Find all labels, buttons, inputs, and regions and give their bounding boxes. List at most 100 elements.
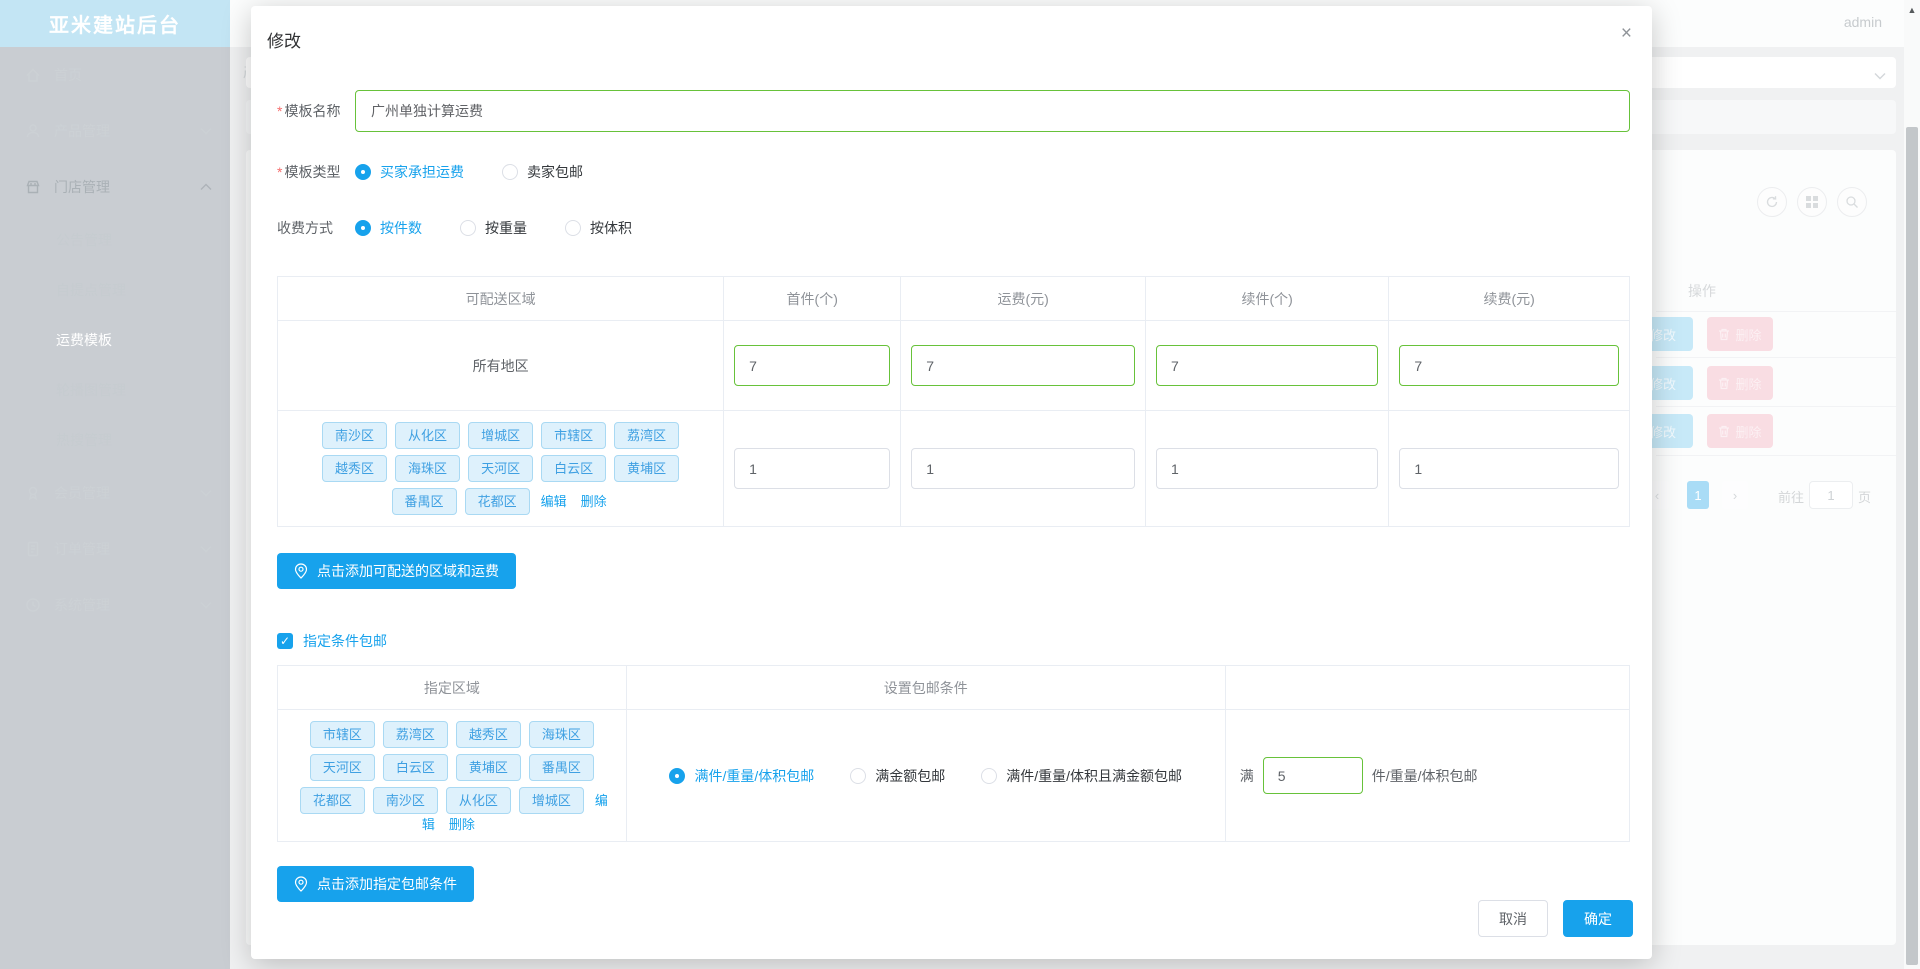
free-shipping-row: 市辖区 荔湾区 越秀区 海珠区天河区 白云区 黄埔区 番禺区花都区 南沙区 从化区 增城区 编辑 删除… bbox=[277, 709, 1631, 842]
radio-buyer-pays-shipping[interactable]: 买家承担运费 bbox=[355, 162, 464, 182]
district-tag: 花都区 bbox=[464, 488, 530, 515]
first-fee-input[interactable] bbox=[911, 345, 1135, 386]
free-shipping-checkbox-label: 指定条件包邮 bbox=[303, 633, 387, 649]
radio-by-volume[interactable]: 按体积 bbox=[565, 218, 632, 238]
sidebar-item-home[interactable]: 首页 bbox=[0, 47, 230, 103]
table-row-all-regions: 所有地区 bbox=[276, 320, 1630, 411]
sidebar-item-orders[interactable]: 订单管理 bbox=[0, 521, 230, 577]
district-tag: 天河区 bbox=[309, 754, 375, 781]
radio-seller-free-shipping[interactable]: 卖家包邮 bbox=[502, 162, 583, 182]
chevron-right-icon: › bbox=[1732, 487, 1738, 503]
sidebar-item-label: 门店管理 bbox=[54, 179, 110, 195]
sidebar-item-members[interactable]: 会员管理 bbox=[0, 465, 230, 521]
additional-fee-input[interactable] bbox=[1399, 448, 1619, 489]
delete-link[interactable]: 删除 bbox=[449, 817, 475, 832]
template-name-row: * 模板名称 bbox=[277, 90, 1630, 132]
cancel-button[interactable]: 取消 bbox=[1478, 900, 1548, 937]
add-condition-button[interactable]: 点击添加指定包邮条件 bbox=[277, 866, 474, 902]
scrollbar[interactable]: ▲ bbox=[1904, 0, 1920, 969]
radio-unselected-icon bbox=[981, 767, 998, 784]
radio-selected-icon bbox=[669, 767, 686, 784]
column-header bbox=[1224, 665, 1631, 710]
button-label: 点击添加指定包邮条件 bbox=[317, 876, 457, 892]
radio-selected-icon bbox=[355, 220, 371, 236]
trash-icon bbox=[1719, 377, 1730, 389]
background-delete-button[interactable]: 删除 bbox=[1707, 414, 1773, 448]
scrollbar-thumb[interactable] bbox=[1906, 127, 1918, 965]
scroll-up-icon[interactable]: ▲ bbox=[1906, 5, 1918, 15]
radio-by-quantity-and-amount-free[interactable]: 满件/重量/体积且满金额包邮 bbox=[981, 766, 1182, 786]
free-shipping-condition-radio-group: 满件/重量/体积包邮 满金额包邮 满件/重量/体积且满金额包邮 bbox=[627, 766, 1225, 786]
template-name-label: * 模板名称 bbox=[277, 103, 341, 119]
user-icon bbox=[24, 122, 42, 140]
delete-label: 删除 bbox=[1735, 424, 1762, 440]
district-tags-cell: 南沙区 从化区 增城区 市辖区 荔湾区越秀区 海珠区 天河区 白云区 黄埔区番禺区 花都区 编辑 删除 bbox=[276, 410, 725, 527]
modal-footer: 取消 确定 bbox=[1478, 900, 1633, 937]
pagination-next-button[interactable]: › bbox=[1722, 481, 1748, 509]
free-shipping-table: 指定区域 设置包邮条件 市辖区 荔湾区 越秀区 海珠区天河区 白云区 黄埔区 番禺区花都区南… bbox=[277, 665, 1631, 842]
radio-by-quantity-free[interactable]: 满件/重量/体积包邮 bbox=[669, 766, 814, 786]
district-tag: 南沙区 bbox=[322, 422, 388, 449]
region-cell: 所有地区 bbox=[276, 320, 725, 411]
background-delete-button[interactable]: 删除 bbox=[1707, 366, 1773, 400]
search-icon[interactable] bbox=[1837, 187, 1867, 217]
delete-link[interactable]: 删除 bbox=[581, 494, 607, 509]
fee-mode-radio-group: 按件数 按重量 按体积 bbox=[355, 218, 632, 238]
free-shipping-checkbox-row[interactable]: ✓ 指定条件包邮 bbox=[277, 631, 1630, 651]
radio-label: 满件/重量/体积且满金额包邮 bbox=[1006, 767, 1183, 784]
template-name-input[interactable] bbox=[355, 90, 1630, 132]
add-region-button[interactable]: 点击添加可配送的区域和运费 bbox=[277, 553, 516, 589]
location-pin-icon bbox=[294, 876, 308, 892]
delete-label: 删除 bbox=[1735, 376, 1762, 392]
sidebar-item-system[interactable]: 系统管理 bbox=[0, 577, 230, 633]
refresh-icon[interactable] bbox=[1757, 187, 1787, 217]
confirm-button[interactable]: 确定 bbox=[1563, 900, 1633, 937]
column-header: 首件(个) bbox=[723, 276, 902, 321]
medal-icon bbox=[24, 484, 42, 502]
sidebar-item-store[interactable]: 门店管理 bbox=[0, 159, 230, 215]
checkbox-checked-icon[interactable]: ✓ bbox=[277, 633, 293, 649]
radio-by-weight[interactable]: 按重量 bbox=[460, 218, 527, 238]
grid-icon[interactable] bbox=[1797, 187, 1827, 217]
edit-link[interactable]: 编辑 bbox=[541, 494, 567, 509]
first-piece-input[interactable] bbox=[734, 448, 891, 489]
district-tag: 市辖区 bbox=[309, 721, 375, 748]
district-tag: 南沙区 bbox=[372, 787, 438, 814]
district-tag: 番禺区 bbox=[528, 754, 594, 781]
sidebar-item-hot-search[interactable]: 热搜管理 bbox=[0, 415, 230, 465]
trash-icon bbox=[1719, 425, 1730, 437]
first-piece-input[interactable] bbox=[734, 345, 891, 386]
submenu-label: 运费模板 bbox=[56, 332, 112, 348]
pagination-current-page[interactable]: 1 bbox=[1687, 481, 1709, 509]
sidebar-item-announcements[interactable]: 公告管理 bbox=[0, 215, 230, 265]
additional-fee-input[interactable] bbox=[1399, 345, 1619, 386]
background-delete-button[interactable]: 删除 bbox=[1707, 317, 1773, 351]
radio-by-amount-free[interactable]: 满金额包邮 bbox=[850, 766, 945, 786]
required-asterisk: * bbox=[277, 164, 283, 180]
district-tag: 番禺区 bbox=[391, 488, 457, 515]
threshold-input[interactable] bbox=[1262, 757, 1363, 794]
radio-unselected-icon bbox=[565, 220, 581, 236]
submenu-label: 公告管理 bbox=[56, 232, 112, 248]
chevron-left-icon: ‹ bbox=[1654, 487, 1660, 503]
additional-piece-input[interactable] bbox=[1155, 345, 1379, 386]
radio-by-piece[interactable]: 按件数 bbox=[355, 218, 422, 238]
sidebar-item-products[interactable]: 产品管理 bbox=[0, 103, 230, 159]
pagination-goto-input[interactable] bbox=[1809, 481, 1853, 509]
chevron-down-icon bbox=[200, 127, 212, 135]
radio-label: 卖家包邮 bbox=[527, 164, 583, 180]
shop-icon bbox=[24, 178, 42, 196]
additional-piece-input[interactable] bbox=[1155, 448, 1379, 489]
radio-label: 按重量 bbox=[485, 220, 527, 236]
district-tag: 增城区 bbox=[468, 422, 534, 449]
current-user[interactable]: admin bbox=[1844, 14, 1882, 30]
district-tag: 荔湾区 bbox=[382, 721, 448, 748]
sidebar-item-pickup-points[interactable]: 自提点管理 bbox=[0, 265, 230, 315]
chevron-up-icon bbox=[200, 183, 212, 191]
close-icon[interactable]: × bbox=[1621, 24, 1632, 43]
sidebar-item-carousel[interactable]: 轮播图管理 bbox=[0, 365, 230, 415]
sidebar-item-shipping-templates[interactable]: 运费模板 bbox=[0, 315, 230, 365]
table-header-row: 指定区域 设置包邮条件 bbox=[277, 665, 1631, 710]
first-fee-input[interactable] bbox=[911, 448, 1135, 489]
template-type-label: * 模板类型 bbox=[277, 164, 341, 180]
